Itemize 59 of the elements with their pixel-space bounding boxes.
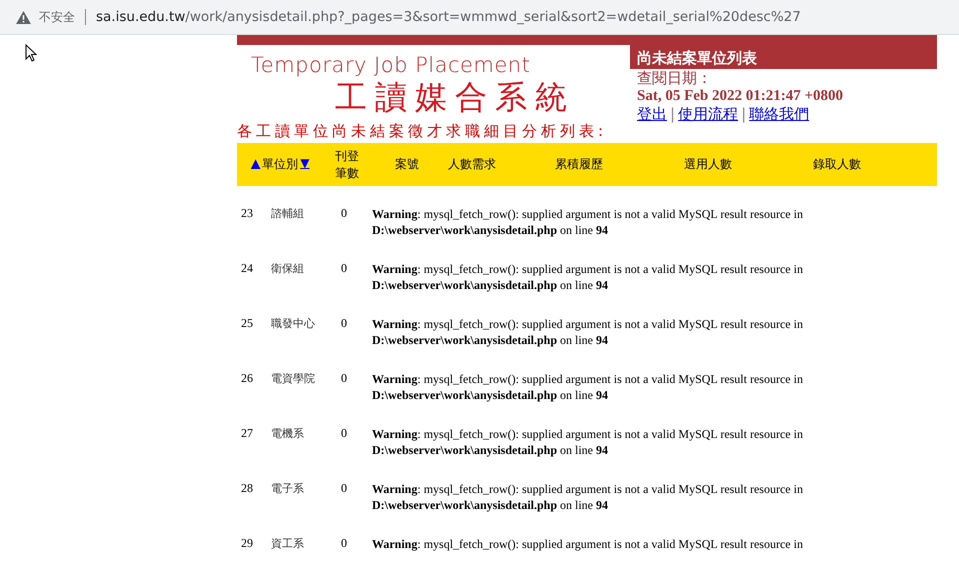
warning-location: D:\webserver\work\anysisdetail.php on line 94	[372, 497, 610, 513]
posting-count: 0	[341, 371, 348, 386]
sort-up-link[interactable]: ▲	[251, 156, 260, 173]
warning-message: Warning: mysql_fetch_row(): supplied argument is not a valid MySQL result resource in	[372, 426, 803, 442]
logo-chinese-text: 工讀媒合系統	[335, 78, 576, 117]
nav-link[interactable]: 登出	[637, 105, 667, 123]
warning-message: Warning: mysql_fetch_row(): supplied argument is not a valid MySQL result resource in	[372, 206, 803, 222]
logo-english-text: Temporary Job Placement	[251, 53, 532, 77]
posting-count: 0	[341, 426, 348, 441]
column-header: 累積履歷	[555, 156, 603, 173]
warning-message: Warning: mysql_fetch_row(): supplied argument is not a valid MySQL result resource in	[372, 536, 803, 552]
url-text[interactable]: sa.isu.edu.tw/work/anysisdetail.php?_pages=3&sort=wmmwd_serial&sort2=wdetail_serial%20desc%27	[96, 9, 801, 25]
row-number: 27	[240, 426, 254, 441]
warning-message: Warning: mysql_fetch_row(): supplied argument is not a valid MySQL result resource in	[372, 316, 803, 332]
mouse-pointer-icon	[25, 44, 37, 62]
column-header: 案號	[395, 156, 419, 173]
warning-message: Warning: mysql_fetch_row(): supplied argument is not a valid MySQL result resource in	[372, 371, 803, 387]
posting-count: 0	[341, 261, 348, 276]
row-number: 24	[240, 261, 254, 276]
posting-count: 0	[341, 481, 348, 496]
nav-link[interactable]: 使用流程	[678, 105, 738, 123]
sort-down-link[interactable]: ▼	[300, 156, 310, 173]
date-text: Sat, 05 Feb 2022 01:21:47 +0800	[636, 88, 844, 105]
row-number: 26	[240, 371, 254, 386]
warning-message: Warning: mysql_fetch_row(): supplied argument is not a valid MySQL result resource in	[372, 261, 803, 277]
row-number: 23	[240, 206, 254, 221]
posting-count: 0	[341, 536, 348, 551]
warning-location: D:\webserver\work\anysisdetail.php on line 94	[372, 387, 610, 403]
warning-location: D:\webserver\work\anysisdetail.php on line 94	[372, 277, 610, 293]
warning-icon	[16, 10, 31, 24]
row-number: 28	[240, 481, 254, 496]
warning-location: D:\webserver\work\anysisdetail.php on line 94	[372, 442, 610, 458]
warning-location: D:\webserver\work\anysisdetail.php on line 94	[372, 332, 610, 348]
page-title: 各工讀單位尚未結案徵才求職細目分析列表:	[237, 122, 608, 142]
unit-name: 諮輔組	[271, 206, 305, 221]
row-number: 25	[240, 316, 254, 331]
column-header: 單位別	[262, 156, 298, 173]
unit-name: 電機系	[271, 426, 305, 441]
security-label: 不安全	[39, 8, 75, 26]
unit-name: 電子系	[271, 481, 305, 496]
link-separator: |	[741, 105, 746, 123]
posting-count: 0	[341, 206, 348, 221]
address-bar[interactable]: 不安全 sa.isu.edu.tw/work/anysisdetail.php?_pages=3&sort=wmmwd_serial&sort2=wdetail_serial%20desc%27	[0, 0, 959, 35]
warning-message: Warning: mysql_fetch_row(): supplied argument is not a valid MySQL result resource in	[372, 481, 803, 497]
column-header: 人數需求	[448, 156, 496, 173]
warning-location: D:\webserver\work\anysisdetail.php on line 94	[372, 222, 610, 238]
date-label: 查閱日期：	[636, 69, 713, 88]
posting-count: 0	[341, 316, 348, 331]
unit-name: 職發中心	[271, 316, 316, 331]
row-number: 29	[240, 536, 254, 551]
column-header: 錄取人數	[813, 156, 861, 173]
panel-title: 尚未結案單位列表	[630, 35, 937, 69]
unit-name: 衛保組	[271, 261, 305, 276]
column-header: 選用人數	[684, 156, 732, 173]
unit-name: 電資學院	[271, 371, 316, 386]
link-separator: |	[670, 105, 676, 123]
nav-link[interactable]: 聯絡我們	[749, 105, 810, 123]
unit-name: 資工系	[271, 536, 305, 551]
column-header: 刊登筆數	[334, 148, 360, 182]
